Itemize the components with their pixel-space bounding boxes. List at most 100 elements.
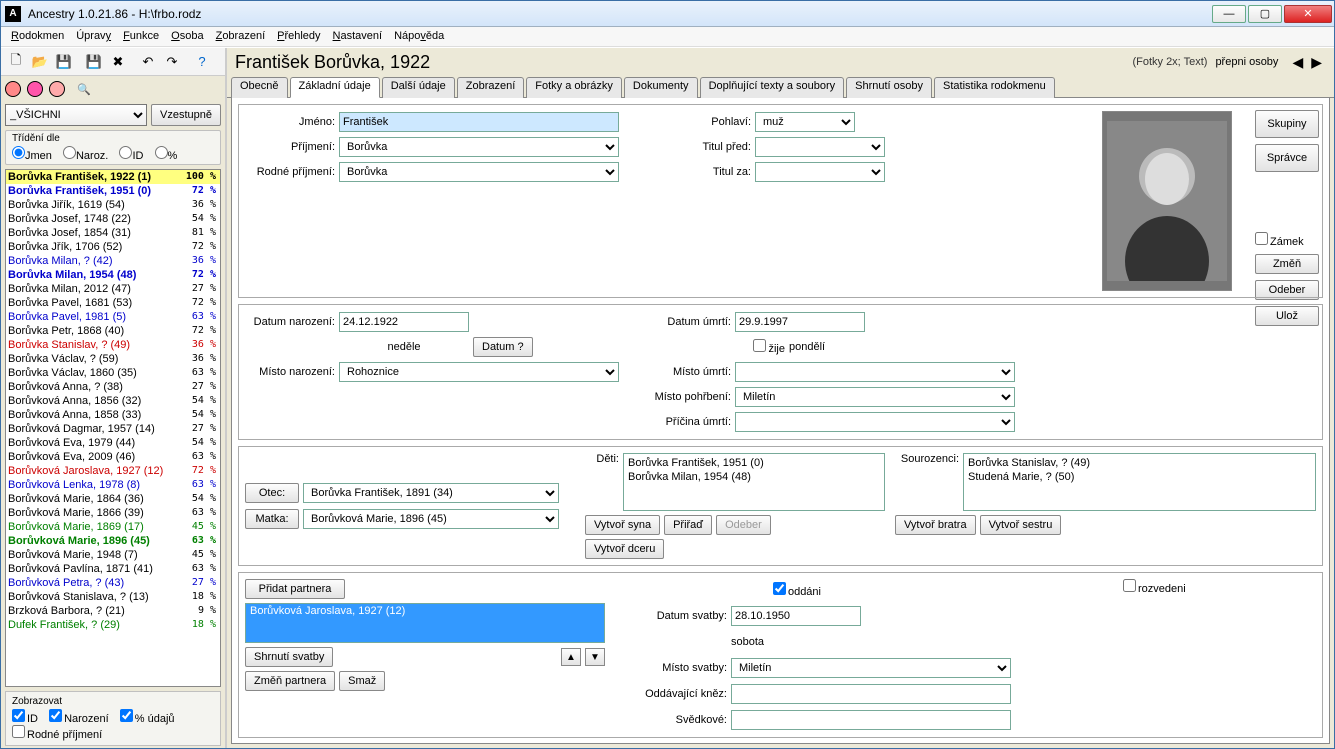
list-item[interactable]: Borůvková Marie, 1869 (17)45 %: [6, 520, 220, 534]
list-item[interactable]: Borůvková Anna, ? (38)27 %: [6, 380, 220, 394]
save-all-icon[interactable]: 💾: [83, 51, 105, 73]
open-file-icon[interactable]: 📂: [29, 51, 51, 73]
datum-umr-input[interactable]: [735, 312, 865, 332]
misto-umr-select[interactable]: [735, 362, 1015, 382]
sort-button[interactable]: Vzestupně: [151, 104, 221, 126]
list-item[interactable]: Borůvka František, 1922 (1)100 %: [6, 170, 220, 184]
menu-prehledy[interactable]: Přehledy: [273, 29, 324, 44]
menu-rodokmen[interactable]: Rodokmen: [7, 29, 68, 44]
jmeno-input[interactable]: [339, 112, 619, 132]
tab-7[interactable]: Shrnutí osoby: [846, 77, 932, 98]
child-icon[interactable]: [49, 81, 65, 97]
knez-input[interactable]: [731, 684, 1011, 704]
list-item[interactable]: Borůvka Milan, 2012 (47)27 %: [6, 282, 220, 296]
matka-button[interactable]: Matka:: [245, 509, 299, 529]
show-pct[interactable]: % údajů: [120, 709, 175, 725]
maximize-button[interactable]: ▢: [1248, 5, 1282, 23]
list-item[interactable]: Borůvková Marie, 1896 (45)63 %: [6, 534, 220, 548]
pridat-partnera-button[interactable]: Přidat partnera: [245, 579, 345, 599]
delete-icon[interactable]: ✖: [107, 51, 129, 73]
menu-upravy[interactable]: Úpravy: [72, 29, 115, 44]
next-person-button[interactable]: ▶: [1307, 54, 1326, 71]
list-item[interactable]: Borůvková Marie, 1864 (36)54 %: [6, 492, 220, 506]
list-item[interactable]: Borůvková Jaroslava, 1927 (12)72 %: [6, 464, 220, 478]
list-item[interactable]: Borůvka Josef, 1748 (22)54 %: [6, 212, 220, 226]
zmen-partnera-button[interactable]: Změň partnera: [245, 671, 335, 691]
pricina-select[interactable]: [735, 412, 1015, 432]
search-icon[interactable]: 🔍: [77, 83, 91, 96]
list-item[interactable]: Borůvková Stanislava, ? (13)18 %: [6, 590, 220, 604]
tab-1[interactable]: Základní údaje: [290, 77, 380, 98]
menu-funkce[interactable]: Funkce: [119, 29, 163, 44]
list-item[interactable]: Borůvka Milan, ? (42)36 %: [6, 254, 220, 268]
list-item[interactable]: Borůvková Marie, 1866 (39)63 %: [6, 506, 220, 520]
list-item[interactable]: Borůvka Jřík, 1706 (52)72 %: [6, 240, 220, 254]
tab-6[interactable]: Doplňující texty a soubory: [700, 77, 845, 98]
svedkove-input[interactable]: [731, 710, 1011, 730]
misto-svatby-select[interactable]: Miletín: [731, 658, 1011, 678]
help-icon[interactable]: ?: [191, 51, 213, 73]
oddani-check[interactable]: oddáni: [731, 582, 821, 598]
close-button[interactable]: ✕: [1284, 5, 1332, 23]
misto-nar-select[interactable]: Rohoznice: [339, 362, 619, 382]
menu-zobrazeni[interactable]: Zobrazení: [212, 29, 270, 44]
prijmeni-select[interactable]: Borůvka: [339, 137, 619, 157]
redo-icon[interactable]: ↷: [161, 51, 183, 73]
partner-down-button[interactable]: ▼: [585, 648, 605, 666]
show-nar[interactable]: Narození: [49, 709, 109, 725]
scope-select[interactable]: _VŠICHNI: [5, 104, 147, 126]
vytvor-bratra-button[interactable]: Vytvoř bratra: [895, 515, 976, 535]
tab-8[interactable]: Statistika rodokmenu: [934, 77, 1055, 98]
shrnuti-svatby-button[interactable]: Shrnutí svatby: [245, 647, 333, 667]
list-item[interactable]: Borůvková Dagmar, 1957 (14)27 %: [6, 422, 220, 436]
list-item[interactable]: Borůvka Jiřík, 1619 (54)36 %: [6, 198, 220, 212]
person-list[interactable]: Borůvka František, 1922 (1)100 % Borůvka …: [5, 169, 221, 687]
tab-3[interactable]: Zobrazení: [457, 77, 525, 98]
list-item[interactable]: Borůvková Marie, 1948 (7)45 %: [6, 548, 220, 562]
titul-pred-select[interactable]: [755, 137, 885, 157]
list-item[interactable]: Borůvková Eva, 2009 (46)63 %: [6, 450, 220, 464]
sort-pct[interactable]: %: [155, 150, 178, 162]
new-file-icon[interactable]: 🗋: [5, 51, 27, 73]
list-item[interactable]: Borůvka Pavel, 1681 (53)72 %: [6, 296, 220, 310]
tab-2[interactable]: Další údaje: [382, 77, 455, 98]
rozvedeni-check[interactable]: rozvedeni: [1123, 579, 1186, 595]
list-item[interactable]: Borůvka Václav, 1860 (35)63 %: [6, 366, 220, 380]
smaz-partner-button[interactable]: Smaž: [339, 671, 385, 691]
menu-napoveda[interactable]: Nápověda: [390, 29, 448, 44]
rodne-select[interactable]: Borůvka: [339, 162, 619, 182]
sourozenci-list[interactable]: Borůvka Stanislav, ? (49)Studená Marie, …: [963, 453, 1316, 511]
partner-up-button[interactable]: ▲: [561, 648, 581, 666]
titul-za-select[interactable]: [755, 162, 885, 182]
list-item[interactable]: Borůvková Anna, 1858 (33)54 %: [6, 408, 220, 422]
partner-list[interactable]: Borůvková Jaroslava, 1927 (12): [245, 603, 605, 643]
prirad-button[interactable]: Přiřaď: [664, 515, 712, 535]
menu-osoba[interactable]: Osoba: [167, 29, 207, 44]
datum-svatby-input[interactable]: [731, 606, 861, 626]
list-item[interactable]: Borůvková Pavlína, 1871 (41)63 %: [6, 562, 220, 576]
vytvor-dceru-button[interactable]: Vytvoř dceru: [585, 539, 664, 559]
list-item[interactable]: Borůvka Milan, 1954 (48)72 %: [6, 268, 220, 282]
list-item[interactable]: Borůvková Anna, 1856 (32)54 %: [6, 394, 220, 408]
female-icon[interactable]: [27, 81, 43, 97]
tab-4[interactable]: Fotky a obrázky: [526, 77, 622, 98]
sort-jmen[interactable]: Jmen: [12, 150, 52, 162]
tab-0[interactable]: Obecně: [231, 77, 288, 98]
datum-q-button[interactable]: Datum ?: [473, 337, 533, 357]
list-item[interactable]: Borůvka Pavel, 1981 (5)63 %: [6, 310, 220, 324]
vytvor-syna-button[interactable]: Vytvoř syna: [585, 515, 660, 535]
sort-id[interactable]: ID: [119, 150, 143, 162]
list-item[interactable]: Borůvka Václav, ? (59)36 %: [6, 352, 220, 366]
tab-5[interactable]: Dokumenty: [624, 77, 698, 98]
save-icon[interactable]: 💾: [53, 51, 75, 73]
list-item[interactable]: Borůvka Josef, 1854 (31)81 %: [6, 226, 220, 240]
list-item[interactable]: Brzková Barbora, ? (21)9 %: [6, 604, 220, 618]
otec-button[interactable]: Otec:: [245, 483, 299, 503]
odeber-dite-button[interactable]: Odeber: [716, 515, 771, 535]
list-item[interactable]: Borůvková Eva, 1979 (44)54 %: [6, 436, 220, 450]
misto-poh-select[interactable]: Miletín: [735, 387, 1015, 407]
datum-nar-input[interactable]: [339, 312, 469, 332]
show-id[interactable]: ID: [12, 709, 38, 725]
prev-person-button[interactable]: ◀: [1288, 54, 1307, 71]
minimize-button[interactable]: —: [1212, 5, 1246, 23]
